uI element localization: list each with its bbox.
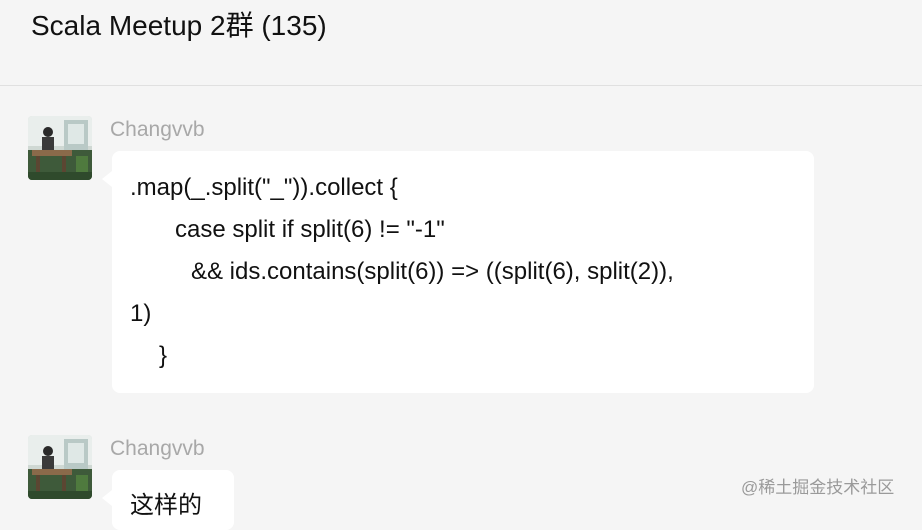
code-line: } xyxy=(159,342,168,369)
code-line: 1) xyxy=(130,300,152,327)
bubble-tail xyxy=(102,171,112,187)
chat-header: Scala Meetup 2群 (135) xyxy=(0,0,922,86)
avatar[interactable] xyxy=(28,116,92,180)
code-line: && ids.contains(split(6)) => ((split(6),… xyxy=(191,258,674,285)
avatar[interactable] xyxy=(28,435,92,499)
code-line: case split if split(6) != "-1" xyxy=(175,216,445,243)
bubble-tail xyxy=(102,490,112,506)
sender-name: Changvvb xyxy=(110,437,205,460)
avatar-photo-icon xyxy=(28,435,92,499)
watermark: @稀土掘金技术社区 xyxy=(741,478,895,497)
message-text: 这样的 xyxy=(130,492,202,519)
code-line: .map(_.split("_")).collect { xyxy=(130,174,398,201)
chat-title: Scala Meetup 2群 (135) xyxy=(31,10,327,41)
avatar-photo-icon xyxy=(28,116,92,180)
message-bubble[interactable]: 这样的 xyxy=(112,470,234,530)
sender-name: Changvvb xyxy=(110,118,205,141)
message-bubble[interactable]: .map(_.split("_")).collect { case split … xyxy=(112,151,814,393)
